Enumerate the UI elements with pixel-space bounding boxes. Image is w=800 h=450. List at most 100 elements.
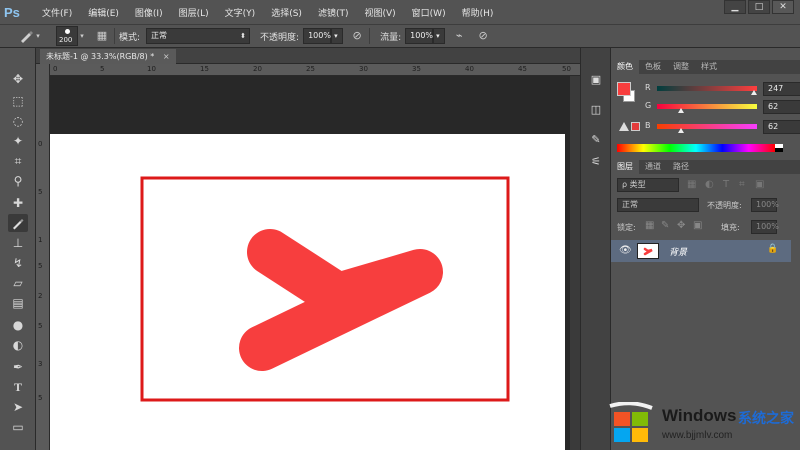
eyedropper-tool-icon[interactable]: ⚲ [8, 172, 28, 190]
b-track[interactable] [657, 124, 757, 129]
filter-pixel-icon[interactable]: ▦ [687, 179, 696, 190]
layer-opacity-input[interactable]: 100% [751, 198, 779, 212]
restore-button[interactable]: □ [748, 0, 770, 14]
move-tool-icon[interactable]: ✥ [8, 70, 28, 88]
dodge-tool-icon[interactable]: ◐ [8, 336, 28, 354]
r-input[interactable]: 247 [763, 82, 800, 96]
lock-brush-icon[interactable]: ✎ [661, 220, 669, 231]
ruler-label: 40 [465, 65, 474, 73]
healing-brush-tool-icon[interactable]: ✚ [8, 194, 28, 212]
g-track[interactable] [657, 104, 757, 109]
ruler-label: 25 [306, 65, 315, 73]
menu-select[interactable]: 选择(S) [271, 6, 302, 19]
gamut-warning-icon[interactable] [619, 122, 629, 131]
brush-presets-icon[interactable]: ✎ [588, 132, 604, 148]
r-thumb[interactable] [750, 90, 757, 95]
properties-panel-icon[interactable]: ◫ [588, 102, 604, 118]
r-slider[interactable]: R 247 [639, 82, 800, 96]
filter-shape-icon[interactable]: ⌗ [739, 179, 745, 190]
filter-smart-icon[interactable]: ▣ [755, 179, 764, 190]
tab-swatches[interactable]: 色板 [639, 60, 667, 74]
path-selection-tool-icon[interactable]: ➤ [8, 398, 28, 416]
menu-image[interactable]: 图像(I) [135, 6, 163, 19]
foreground-color-swatch[interactable] [617, 82, 631, 96]
menu-file[interactable]: 文件(F) [42, 6, 72, 19]
tab-paths[interactable]: 路径 [667, 160, 695, 174]
tab-color[interactable]: 颜色 [611, 60, 639, 74]
r-track[interactable] [657, 86, 757, 91]
adjust-sliders-icon[interactable]: ⚟ [588, 154, 604, 170]
flow-dropdown[interactable]: ▾ [433, 28, 446, 44]
ruler-label: 10 [147, 65, 156, 73]
document-tab-bar: 未标题-1 @ 33.3%(RGB/8) * × [36, 48, 580, 64]
minimize-button[interactable]: ▁ [724, 0, 746, 14]
blur-tool-icon[interactable]: ● [8, 316, 28, 334]
menu-type[interactable]: 文字(Y) [225, 6, 256, 19]
tab-adjustments[interactable]: 调整 [667, 60, 695, 74]
black-white-swatch[interactable] [775, 144, 783, 152]
g-thumb[interactable] [678, 108, 685, 113]
b-thumb[interactable] [678, 128, 685, 133]
document-workspace[interactable] [50, 76, 580, 450]
brush-tool-icon[interactable] [8, 214, 28, 232]
crop-tool-icon[interactable]: ⌗ [8, 152, 28, 170]
vertical-scrollbar[interactable] [570, 76, 580, 450]
menu-bar: Ps 文件(F) 编辑(E) 图像(I) 图层(L) 文字(Y) 选择(S) 滤… [0, 0, 800, 24]
brush-size-picker[interactable]: 200 [56, 26, 78, 46]
b-input[interactable]: 62 [763, 120, 800, 134]
eye-icon[interactable]: 👁 [619, 245, 632, 256]
color-spectrum-bar[interactable] [617, 144, 775, 152]
menu-view[interactable]: 视图(V) [364, 6, 395, 19]
tab-layers[interactable]: 图层 [611, 160, 639, 174]
marquee-tool-icon[interactable]: ⬚ [8, 92, 28, 110]
document-tab[interactable]: 未标题-1 @ 33.3%(RGB/8) * × [40, 49, 176, 64]
ruler-label: 5 [38, 394, 43, 402]
type-tool-icon[interactable]: T [8, 378, 28, 396]
ruler-label: 5 [100, 65, 105, 73]
blend-mode-select[interactable]: 正常 [617, 198, 699, 212]
mode-select[interactable]: 正常 ⬍ [146, 28, 251, 44]
brush-preset-icon[interactable] [18, 28, 34, 44]
chevron-down-icon[interactable]: ▾ [78, 28, 86, 44]
lock-all-icon[interactable]: ▣ [693, 220, 702, 231]
opacity-input[interactable]: 100% [303, 28, 332, 44]
menu-filter[interactable]: 滤镜(T) [318, 6, 349, 19]
filter-type-icon[interactable]: T [723, 179, 729, 190]
filter-adjust-icon[interactable]: ◐ [705, 179, 714, 190]
lasso-tool-icon[interactable]: ◌ [8, 112, 28, 130]
close-icon[interactable]: × [163, 52, 170, 61]
ruler-label: 5 [38, 188, 43, 196]
g-input[interactable]: 62 [763, 100, 800, 114]
lock-move-icon[interactable]: ✥ [677, 220, 685, 231]
stamp-tool-icon[interactable]: ⊥ [8, 234, 28, 252]
menu-help[interactable]: 帮助(H) [462, 6, 494, 19]
brush-panel-icon[interactable]: ▦ [94, 28, 110, 44]
layer-filter-select[interactable]: ρ 类型 [617, 178, 679, 192]
opacity-dropdown[interactable]: ▾ [331, 28, 344, 44]
layer-row-background[interactable]: 👁 背景 🔒 [611, 240, 791, 262]
menu-window[interactable]: 窗口(W) [412, 6, 446, 19]
tab-channels[interactable]: 通道 [639, 160, 667, 174]
g-slider[interactable]: G 62 [639, 100, 800, 114]
fill-input[interactable]: 100% [751, 220, 779, 234]
lock-pixels-icon[interactable]: ▦ [645, 220, 654, 231]
history-brush-tool-icon[interactable]: ↯ [8, 254, 28, 272]
layer-opacity-label: 不透明度: [707, 201, 742, 210]
pressure-size-icon[interactable]: ⊘ [475, 28, 491, 44]
history-panel-icon[interactable]: ▣ [588, 72, 604, 88]
magic-wand-tool-icon[interactable]: ✦ [8, 132, 28, 150]
pressure-opacity-icon[interactable]: ⊘ [349, 28, 365, 44]
b-slider[interactable]: B 62 [639, 120, 800, 134]
gradient-tool-icon[interactable]: ▤ [8, 294, 28, 312]
flow-input[interactable]: 100% [405, 28, 434, 44]
canvas[interactable] [50, 134, 565, 450]
shape-tool-icon[interactable]: ▭ [8, 418, 28, 436]
eraser-tool-icon[interactable]: ▱ [8, 274, 28, 292]
chevron-down-icon[interactable]: ▾ [34, 28, 42, 44]
pen-tool-icon[interactable]: ✒ [8, 358, 28, 376]
menu-edit[interactable]: 编辑(E) [88, 6, 119, 19]
close-button[interactable]: ✕ [772, 0, 794, 14]
tab-styles[interactable]: 样式 [695, 60, 723, 74]
menu-layer[interactable]: 图层(L) [179, 6, 209, 19]
airbrush-icon[interactable]: ⌁ [451, 28, 467, 44]
